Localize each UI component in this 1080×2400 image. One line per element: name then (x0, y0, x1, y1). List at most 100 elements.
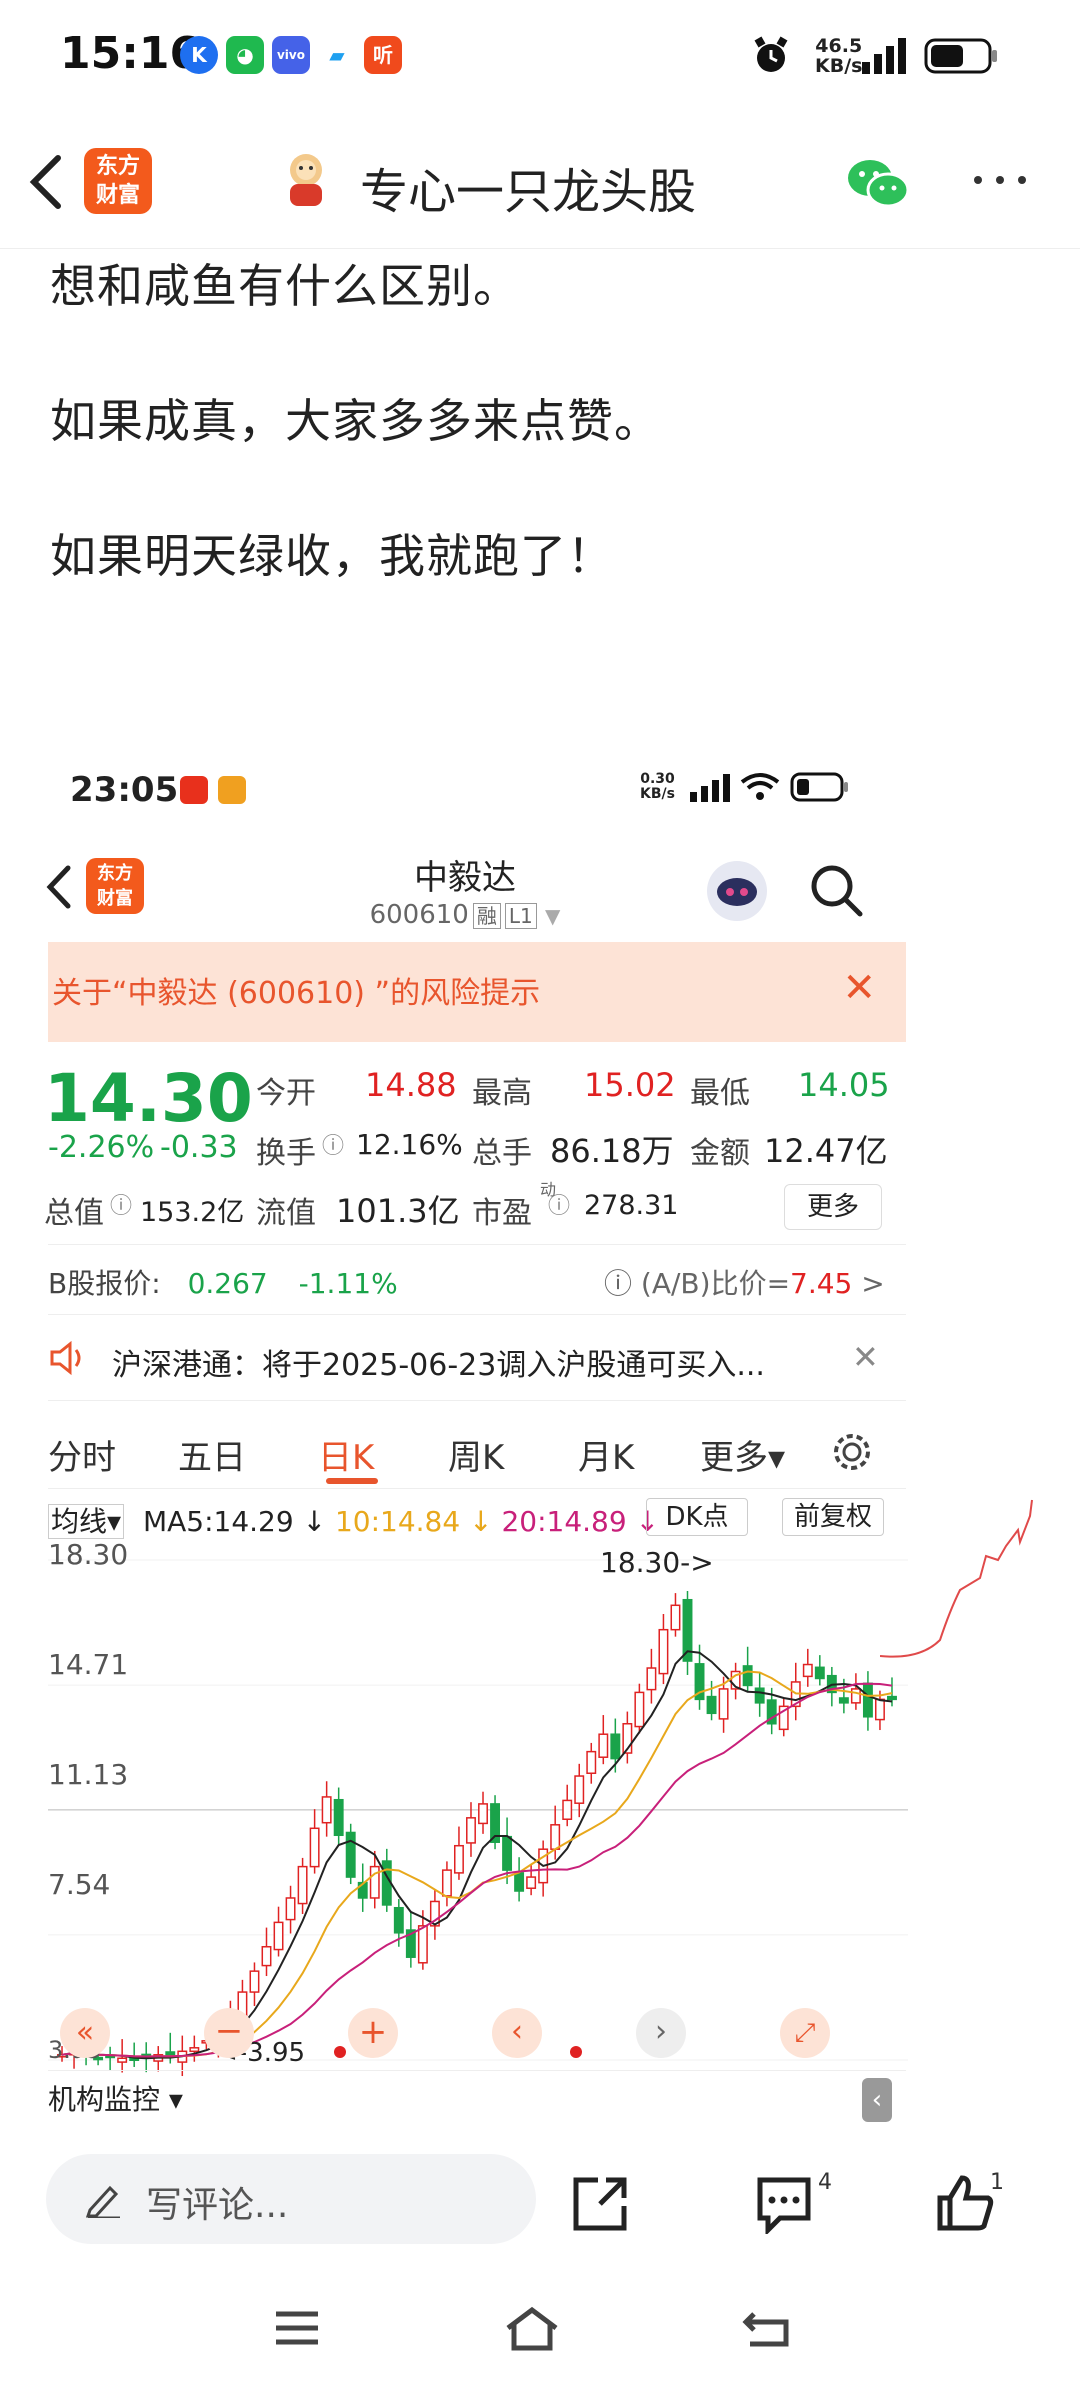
market-cap-value: 153.2亿 (140, 1197, 245, 1228)
candle-body (333, 1798, 344, 1837)
back-nav-icon[interactable] (740, 2306, 794, 2350)
b-share-label: B股报价: (48, 1267, 161, 1300)
tab-more[interactable]: 更多▾ (700, 1430, 785, 1479)
b-share-row[interactable]: B股报价: 0.267 -1.11% (48, 1262, 398, 1302)
stock-code-row[interactable]: 600610 融 L1 ▼ (300, 900, 630, 930)
float-cap-value: 101.3亿 (336, 1192, 460, 1230)
high-label: 最高 (472, 1076, 532, 1111)
inner-net-speed-unit: KB/s (640, 786, 675, 802)
inner-eastmoney-logo: 东方 财富 (86, 858, 144, 914)
zoom-out-button[interactable]: − (204, 2008, 254, 2058)
stock-code: 600610 (369, 900, 469, 930)
candle-body (273, 1921, 284, 1951)
home-icon[interactable] (502, 2304, 562, 2352)
institution-monitor-select[interactable]: 机构监控 ▾ (48, 2078, 183, 2118)
like-icon[interactable] (934, 2172, 996, 2234)
market-cap-label: 总值 (44, 1196, 104, 1231)
risk-warning-text: 关于“中毅达 (600610) ”的风险提示 (52, 976, 541, 1011)
comment-icon[interactable] (754, 2174, 814, 2234)
forward-adjust-button[interactable]: 前复权 (782, 1498, 884, 1536)
candle-body (646, 1667, 657, 1691)
high-value: 15.02 (584, 1066, 676, 1104)
robot-assistant-icon[interactable] (704, 858, 770, 924)
turnover-value: 12.16% (356, 1128, 463, 1161)
gear-icon[interactable] (830, 1430, 874, 1474)
tab-intraday[interactable]: 分时 (48, 1430, 116, 1479)
candle-body (441, 1869, 452, 1897)
battery-icon (924, 38, 997, 74)
menu-icon[interactable] (272, 2308, 322, 2348)
collapse-tab[interactable]: ‹ (862, 2078, 892, 2122)
net-speed-value: 46.5 (815, 35, 863, 57)
zoom-start-button[interactable]: « (60, 2008, 110, 2058)
candle-body (393, 1906, 404, 1934)
tab-five-day[interactable]: 五日 (178, 1430, 246, 1479)
ma-select[interactable]: 均线▾ (48, 1504, 125, 1539)
tab-weekly-k[interactable]: 周K (448, 1430, 504, 1479)
more-button[interactable]: 更多 (784, 1184, 882, 1230)
turnover-label: 换手 (256, 1136, 316, 1171)
volume-label: 总手 (472, 1136, 532, 1171)
page-title: 专心一只龙头股 (360, 164, 697, 220)
zoom-in-button[interactable]: + (348, 2008, 398, 2058)
tab-daily-k[interactable]: 日K (318, 1430, 374, 1479)
more-icon[interactable] (970, 170, 1030, 190)
wechat-icon: ◕ (226, 36, 264, 74)
inner-wifi-icon (740, 773, 780, 800)
candle-body (345, 1831, 356, 1878)
fullscreen-icon[interactable]: ⤢ (780, 2008, 830, 2058)
comment-count: 4 (818, 2170, 832, 2195)
back-icon[interactable] (22, 152, 72, 212)
candle-body (742, 1665, 753, 1687)
candle-body (117, 2057, 128, 2063)
announcement-text[interactable]: 沪深港通：将于2025-06-23调入沪股通可买入... (112, 1340, 765, 1384)
ma20-value: 20:14.89 ↓ (501, 1505, 660, 1538)
ma10-line (61, 1670, 893, 2058)
candle-body (321, 1796, 332, 1824)
candle-body (285, 1897, 296, 1921)
embedded-screenshot[interactable]: 23:05 0.30 KB/s 东方 财富 中毅达 600610 融 L1 ▼ 关于… (0, 740, 1080, 2130)
info-icon[interactable]: ⓘ (322, 1128, 344, 1160)
open-label: 今开 (256, 1076, 316, 1111)
comment-input[interactable]: 写评论... (46, 2154, 536, 2244)
close-icon[interactable]: ✕ (842, 968, 876, 1008)
candle-body (309, 1827, 320, 1868)
candle-body (478, 1803, 488, 1825)
active-tab-indicator (326, 1478, 378, 1484)
kline-chart[interactable] (48, 1540, 908, 2130)
candle-body (586, 1750, 597, 1774)
like-count: 1 (990, 2170, 1004, 2195)
dk-point-button[interactable]: DK点 (646, 1498, 748, 1536)
inner-app-icon (180, 776, 208, 804)
help-icon: ⓘ (604, 1267, 633, 1300)
candle-body (670, 1604, 681, 1631)
eastmoney-logo: 东方 财富 (84, 148, 152, 214)
search-icon[interactable] (808, 862, 864, 918)
info-icon[interactable]: ⓘ (548, 1188, 570, 1220)
wechat-share-icon[interactable] (846, 156, 910, 210)
author-avatar[interactable] (280, 150, 332, 208)
candle-body (658, 1628, 669, 1675)
divider (48, 2070, 906, 2071)
share-icon[interactable] (570, 2174, 630, 2234)
close-icon[interactable]: ✕ (852, 1338, 879, 1376)
article-paragraph: 想和咸鱼有什么区别。 (50, 259, 520, 313)
candle-body (814, 1666, 825, 1680)
candle-body (850, 1688, 861, 1704)
candle-body (369, 1865, 380, 1899)
open-value: 14.88 (365, 1066, 457, 1104)
info-icon[interactable]: ⓘ (110, 1188, 132, 1220)
inner-back-icon[interactable] (44, 862, 74, 912)
system-nav-bar (0, 2280, 1080, 2400)
ab-ratio[interactable]: ⓘ (A/B)比价=7.45 > (604, 1262, 885, 1302)
tab-monthly-k[interactable]: 月K (578, 1430, 634, 1479)
inner-battery-icon (790, 772, 848, 802)
chevron-left-icon[interactable]: ‹ (492, 2008, 542, 2058)
net-speed-unit: KB/s (815, 55, 863, 77)
risk-warning-bar[interactable]: 关于“中毅达 (600610) ”的风险提示 ✕ (48, 942, 906, 1042)
chevron-right-icon[interactable]: › (636, 2008, 686, 2058)
top-nav: 东方 财富 专心一只龙头股 (0, 112, 1080, 249)
candle-body (574, 1775, 585, 1804)
candle-body (562, 1799, 573, 1820)
low-label: 最低 (690, 1076, 750, 1111)
